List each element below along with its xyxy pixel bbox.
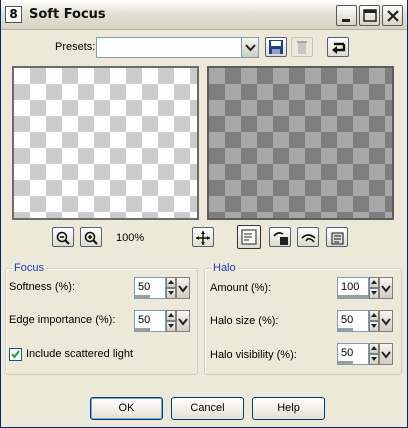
edge-importance-input[interactable]: 50	[134, 310, 166, 332]
softness-level	[135, 295, 150, 298]
halo-size-stepper[interactable]	[369, 310, 379, 332]
amount-up[interactable]	[369, 277, 379, 288]
proof-button[interactable]	[237, 225, 261, 249]
halo-group-title: Halo	[211, 262, 238, 274]
reset-icon	[332, 42, 346, 54]
halo-size-input[interactable]: 50	[337, 310, 369, 332]
halo-visibility-label: Halo visibility (%):	[210, 349, 297, 361]
softness-down[interactable]	[166, 288, 176, 299]
link-icon	[301, 234, 316, 243]
maximize-icon	[363, 9, 377, 22]
zoom-out-button[interactable]	[52, 227, 74, 247]
halo-visibility-up[interactable]	[369, 343, 379, 354]
presets-dropdown-arrow[interactable]	[241, 38, 258, 57]
amount-level	[338, 295, 368, 298]
edge-importance-down[interactable]	[166, 321, 176, 332]
scattered-light-checkbox[interactable]	[9, 348, 22, 361]
window-title: Soft Focus	[29, 7, 106, 22]
amount-dropdown[interactable]	[379, 277, 393, 299]
close-icon	[387, 10, 399, 22]
randomize-icon	[273, 232, 288, 245]
zoom-out-icon	[56, 231, 70, 245]
halo-size-label: Halo size (%):	[210, 315, 279, 327]
proof-icon	[241, 229, 257, 245]
edge-importance-label: Edge importance (%):	[9, 314, 116, 326]
scattered-light-label[interactable]: Include scattered light	[26, 348, 133, 360]
randomize-button[interactable]	[269, 227, 291, 247]
softness-input[interactable]: 50	[134, 277, 166, 299]
halo-size-dropdown[interactable]	[379, 310, 393, 332]
ok-button[interactable]: OK	[90, 397, 163, 420]
chevron-down-icon	[178, 318, 188, 326]
original-preview[interactable]	[12, 66, 199, 220]
minimize-icon	[342, 19, 350, 22]
settings-button[interactable]	[326, 227, 348, 247]
halo-visibility-value: 50	[341, 347, 354, 359]
delete-icon	[297, 41, 307, 54]
soft-focus-dialog: 8 Soft Focus Presets: 100% Focus Softnes…	[0, 0, 408, 428]
result-preview[interactable]	[207, 66, 394, 220]
softness-value: 50	[138, 281, 151, 293]
save-icon	[269, 40, 283, 54]
settings-icon	[331, 232, 344, 245]
halo-size-down[interactable]	[369, 321, 379, 332]
chevron-down-icon	[178, 285, 188, 293]
amount-stepper[interactable]	[369, 277, 379, 299]
amount-input[interactable]: 100	[337, 277, 369, 299]
title-bar[interactable]: 8 Soft Focus	[1, 0, 407, 30]
zoom-in-button[interactable]	[80, 227, 102, 247]
halo-size-level	[338, 328, 353, 331]
cancel-button[interactable]: Cancel	[171, 397, 244, 420]
chevron-down-icon	[381, 318, 391, 326]
checkmark-icon	[11, 350, 20, 359]
save-preset-button[interactable]	[265, 37, 287, 57]
chevron-down-icon	[381, 351, 391, 359]
reset-preset-button[interactable]	[327, 37, 349, 57]
halo-visibility-dropdown[interactable]	[379, 343, 393, 365]
edge-importance-value: 50	[138, 314, 151, 326]
presets-label: Presets:	[55, 41, 96, 53]
move-icon	[196, 231, 210, 245]
maximize-button[interactable]	[359, 5, 380, 26]
presets-dropdown[interactable]	[96, 37, 259, 58]
app-icon: 8	[5, 6, 22, 23]
amount-value: 100	[341, 281, 360, 293]
pan-button[interactable]	[192, 227, 214, 247]
edge-importance-up[interactable]	[166, 310, 176, 321]
halo-size-up[interactable]	[369, 310, 379, 321]
chevron-down-icon	[381, 285, 391, 293]
softness-label: Softness (%):	[9, 281, 76, 293]
close-button[interactable]	[382, 5, 403, 26]
halo-visibility-stepper[interactable]	[369, 343, 379, 365]
minimize-button[interactable]	[336, 5, 357, 26]
amount-down[interactable]	[369, 288, 379, 299]
zoom-in-icon	[84, 231, 98, 245]
link-button[interactable]	[297, 227, 319, 247]
delete-preset-button[interactable]	[291, 37, 313, 57]
halo-visibility-level	[338, 361, 353, 364]
edge-importance-level	[135, 328, 150, 331]
amount-label: Amount (%):	[210, 282, 272, 294]
softness-up[interactable]	[166, 277, 176, 288]
chevron-down-icon	[245, 44, 256, 52]
help-button[interactable]: Help	[252, 397, 325, 420]
focus-group-title: Focus	[12, 262, 46, 274]
edge-importance-stepper[interactable]	[166, 310, 176, 332]
softness-stepper[interactable]	[166, 277, 176, 299]
halo-visibility-input[interactable]: 50	[337, 343, 369, 365]
zoom-level: 100%	[116, 232, 145, 244]
halo-size-value: 50	[341, 314, 354, 326]
halo-visibility-down[interactable]	[369, 354, 379, 365]
softness-dropdown[interactable]	[176, 277, 190, 299]
edge-importance-dropdown[interactable]	[176, 310, 190, 332]
